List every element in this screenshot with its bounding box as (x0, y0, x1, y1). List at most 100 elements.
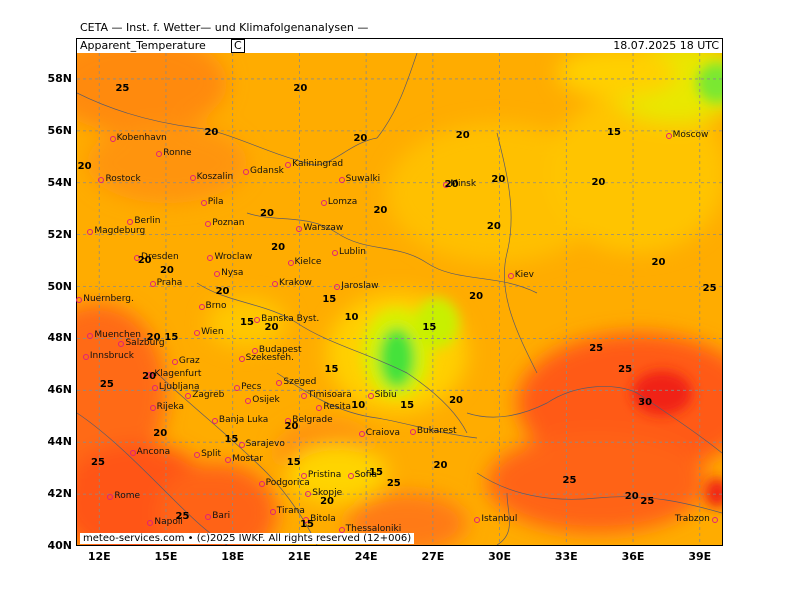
lon-label: 21E (287, 550, 311, 563)
city-marker (129, 449, 136, 456)
unit-badge: C (231, 39, 245, 53)
city-name: Pila (207, 197, 224, 208)
isoline-value: 20 (433, 459, 448, 471)
city-name: Sibiu (374, 389, 397, 400)
lat-label: 52N (47, 227, 72, 241)
city-name: Pecs (241, 381, 262, 392)
city-marker (171, 358, 178, 365)
isoline-value: 20 (146, 332, 161, 344)
lat-label: 50N (47, 279, 72, 293)
valid-time: 18.07.2025 18 UTC (613, 39, 719, 52)
city-marker (245, 397, 252, 404)
city-marker (507, 273, 514, 280)
isoline-value: 15 (607, 127, 621, 139)
isoline-value: 20 (486, 220, 501, 232)
lat-label: 56N (47, 123, 72, 137)
city-name: Nuernberg. (83, 293, 134, 304)
lon-label: 15E (154, 550, 178, 563)
city-marker (185, 392, 192, 399)
city-name: Poznan (212, 218, 245, 229)
isoline-value: 20 (137, 254, 152, 266)
city-name: Szekesfeh. (245, 353, 294, 364)
city-name: Timisoara (307, 389, 352, 400)
isoline-value: 15 (422, 322, 437, 334)
isoline-value: 20 (444, 179, 459, 191)
city-name: Rostock (105, 174, 141, 185)
isoline-value: 20 (153, 428, 168, 440)
city-name: Ancona (136, 446, 171, 457)
city-marker (334, 283, 341, 290)
city-marker (665, 133, 672, 140)
isoline-value: 20 (260, 207, 274, 219)
city-marker (287, 260, 294, 267)
city-name: Magdeburg (94, 226, 146, 237)
city-marker (409, 428, 416, 435)
isoline-value: 20 (455, 130, 470, 142)
city-name: Bukarest (416, 425, 457, 436)
isoline-value: 15 (369, 467, 383, 479)
city-name: Lomza (327, 197, 358, 208)
isoline-value: 20 (159, 264, 174, 276)
city-name: Jaroslaw (341, 280, 379, 291)
city-name: Wroclaw (214, 251, 253, 262)
city-name: Suwalki (345, 174, 381, 185)
city-marker (238, 441, 245, 448)
city-name: Rijeka (156, 402, 184, 413)
city-name: Koszalin (196, 171, 234, 182)
city-marker (234, 384, 241, 391)
isoline-value: 20 (591, 176, 606, 188)
city-name: Craiova (365, 428, 401, 439)
city-marker (285, 161, 292, 168)
city-name: Pristina (307, 469, 342, 480)
city-name: Thessaloniki (345, 524, 402, 535)
isoline-value: 25 (589, 342, 604, 354)
city-name: Podgorica (265, 477, 310, 488)
city-marker (276, 379, 283, 386)
isoline-value: 20 (320, 495, 335, 507)
isoline-value: 15 (240, 316, 254, 328)
lon-label: 30E (488, 550, 511, 563)
city-name: Mostar (232, 454, 263, 465)
coldest-zone-carpathians (379, 328, 415, 388)
isoline-value: 25 (702, 283, 717, 295)
city-name: Graz (178, 355, 200, 366)
city-name: Banja Luka (218, 415, 269, 426)
city-name: Kaliningrad (292, 158, 344, 169)
city-marker (109, 135, 116, 142)
city-name: Nysa (221, 267, 244, 278)
isoline-value: 20 (624, 490, 639, 502)
city-name: Rome (114, 490, 141, 501)
city-marker (367, 392, 374, 399)
city-name: Wien (201, 327, 224, 338)
isoline-value: 25 (99, 379, 114, 391)
isoline-value: 20 (353, 132, 368, 144)
lat-label: 58N (47, 71, 72, 85)
isoline-value: 15 (224, 433, 239, 445)
lat-label: 48N (47, 331, 72, 345)
isoline-value: 15 (324, 363, 339, 375)
city-name: Praha (156, 277, 183, 288)
city-marker (300, 392, 307, 399)
city-name: Berlin (134, 215, 161, 226)
map-label-bar: Apparent_Temperature C 18.07.2025 18 UTC (77, 39, 722, 54)
lon-label: 12E (87, 550, 111, 563)
city-name: Lublin (339, 246, 366, 257)
isoline-value: 25 (386, 477, 401, 489)
city-marker (214, 270, 221, 277)
city-marker (338, 177, 345, 184)
city-name: Kielce (294, 257, 322, 268)
city-name: Split (201, 449, 222, 460)
isoline-value: 20 (293, 83, 308, 95)
isoline-value: 20 (77, 161, 92, 173)
city-name: Sarajevo (245, 438, 285, 449)
isoline-value: 15 (400, 399, 415, 411)
city-name: Brno (205, 301, 227, 312)
city-name: Gdansk (250, 166, 284, 177)
isoline-value: 20 (373, 205, 388, 217)
isoline-value: 10 (351, 399, 366, 411)
map-title: CETA — Inst. f. Wetter— und Klimafolgena… (80, 21, 369, 34)
city-name: Resita (323, 402, 352, 413)
isoline-value: 25 (640, 495, 655, 507)
isoline-value: 15 (322, 293, 337, 305)
city-name: Trabzon (674, 514, 710, 525)
